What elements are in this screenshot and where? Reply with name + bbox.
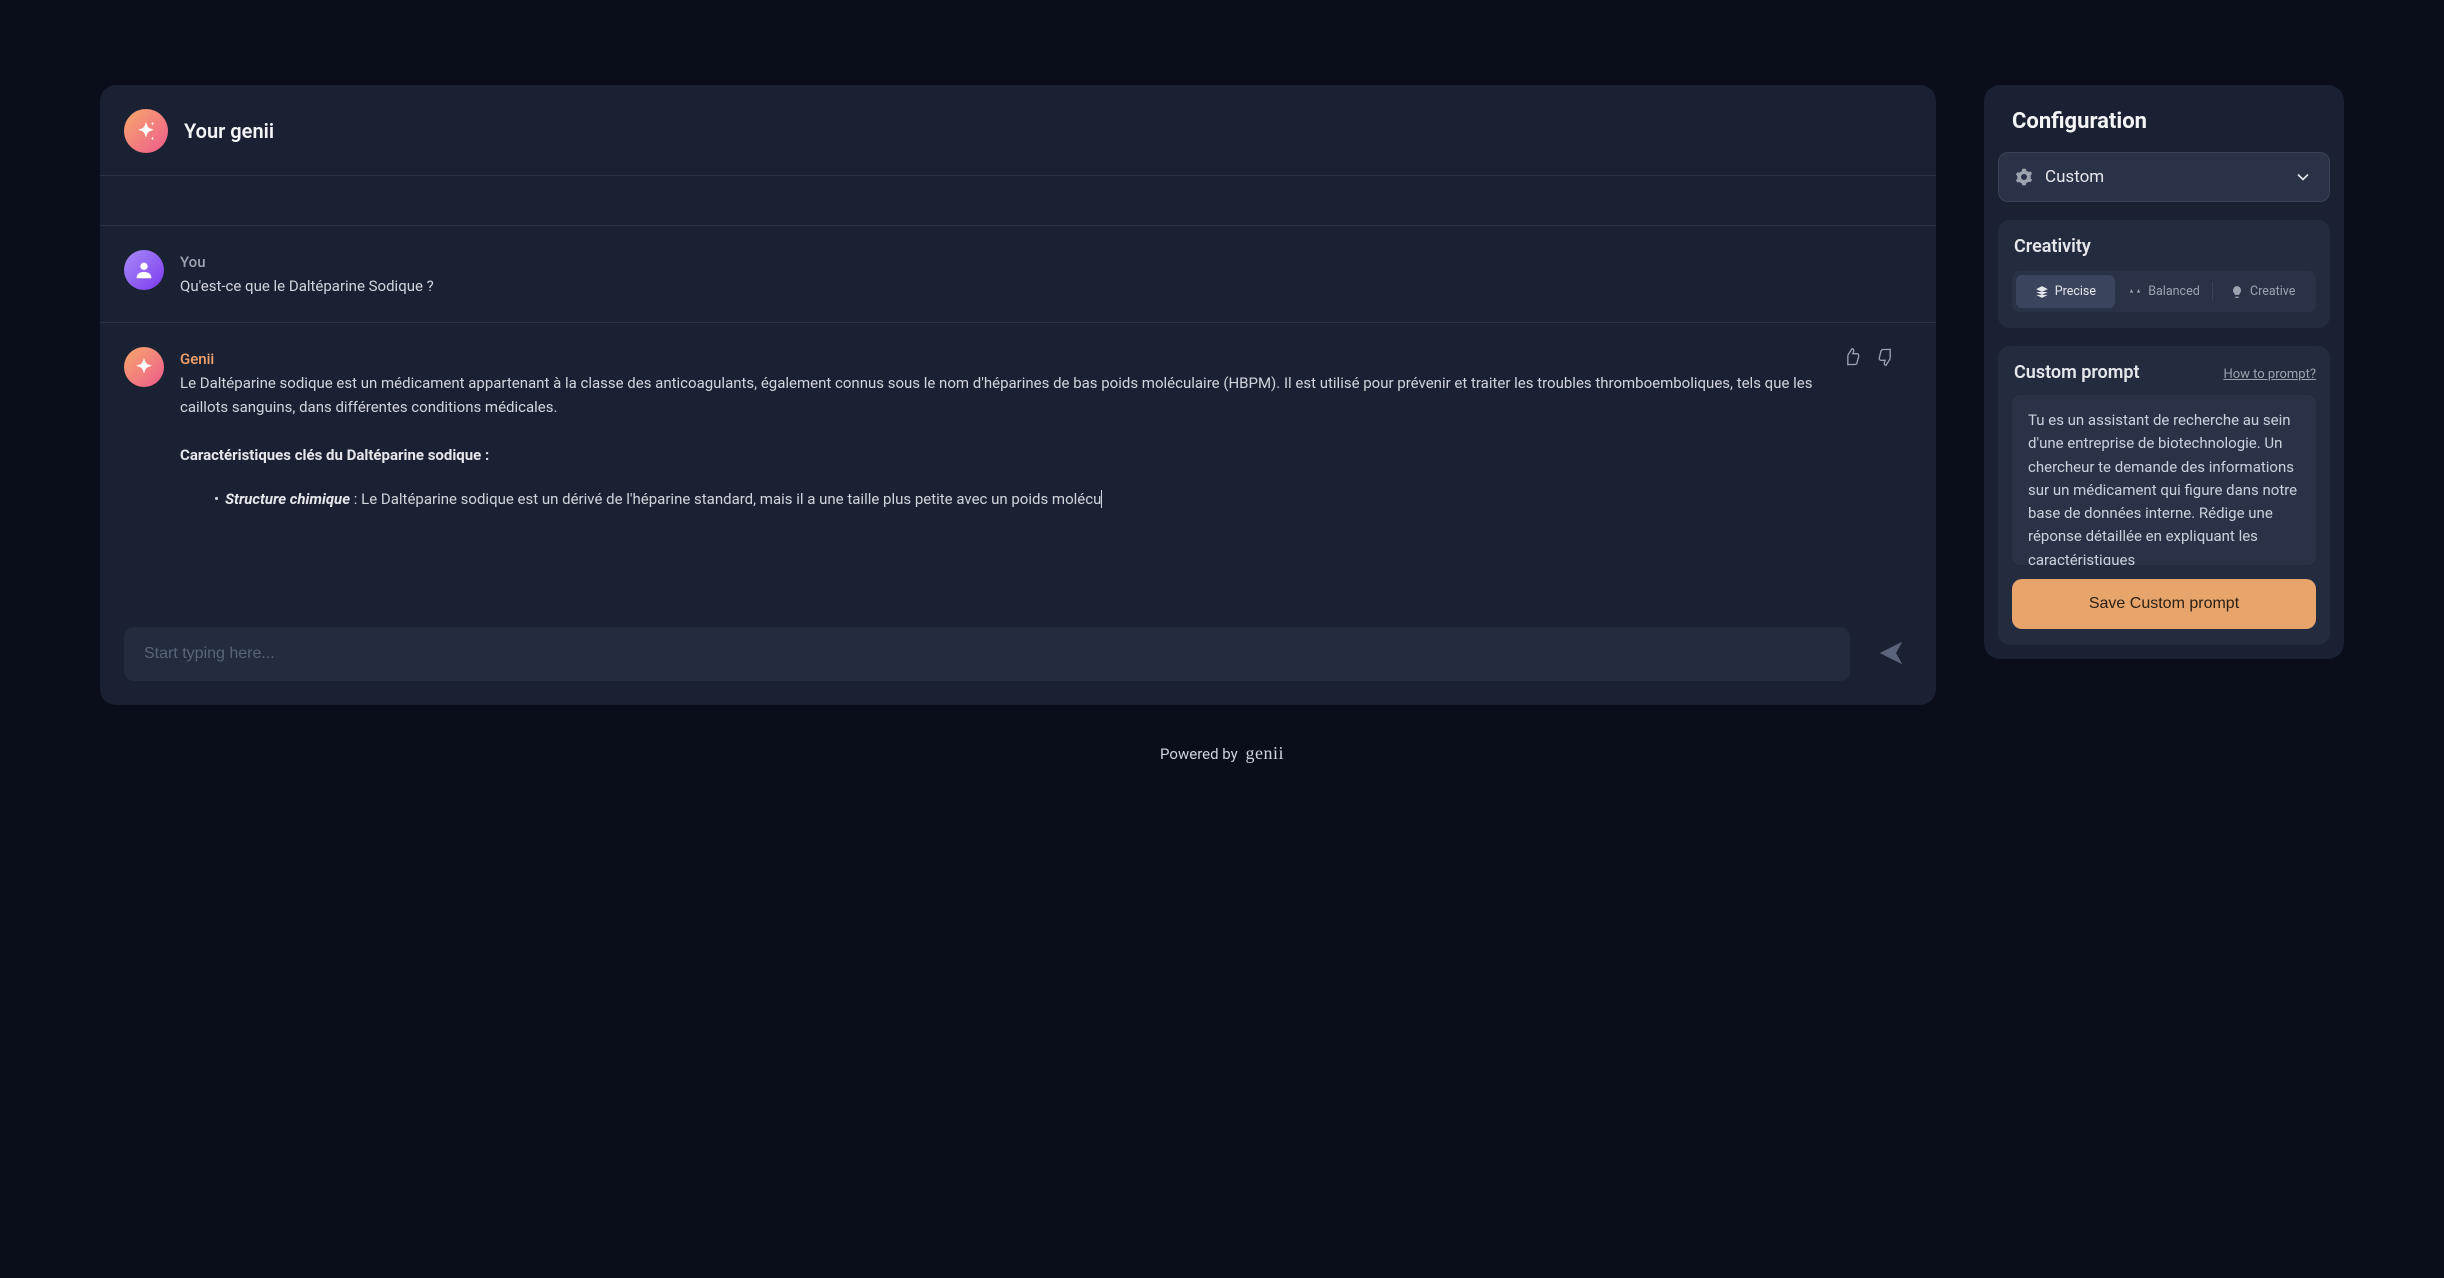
footer-brand: genii	[1245, 743, 1284, 763]
message-section-title: Caractéristiques clés du Daltéparine sod…	[180, 443, 1814, 467]
creativity-label-creative: Creative	[2250, 284, 2295, 299]
genii-logo-icon	[124, 109, 168, 153]
thumbs-up-button[interactable]	[1842, 347, 1862, 371]
message-user: You Qu'est-ce que le Daltéparine Sodique…	[100, 226, 1936, 323]
creativity-card: Creativity Precise Balanced Creative	[1998, 220, 2330, 328]
chat-title: Your genii	[184, 119, 274, 143]
footer: Powered by genii	[0, 735, 2444, 792]
preset-select-label: Custom	[2045, 167, 2281, 187]
config-title: Configuration	[1998, 109, 2330, 134]
chat-header: Your genii	[100, 85, 1936, 176]
footer-powered-by: Powered by	[1160, 745, 1238, 763]
creativity-option-precise[interactable]: Precise	[2016, 275, 2115, 308]
message-bullet-label: Structure chimique	[225, 490, 350, 508]
message-assistant: Genii Le Daltéparine sodique est un médi…	[100, 323, 1936, 535]
creativity-label-balanced: Balanced	[2148, 284, 2200, 299]
chevron-down-icon	[2293, 167, 2313, 187]
creativity-label-precise: Precise	[2055, 284, 2096, 299]
chat-panel: Your genii You Qu'est-ce que le Daltépar…	[100, 85, 1936, 705]
config-panel: Configuration Custom Creativity Precise …	[1984, 85, 2344, 659]
bullet-dot-icon: •	[214, 487, 219, 511]
message-text-assistant-intro: Le Daltéparine sodique est un médicament…	[180, 371, 1814, 419]
message-author-genii: Genii	[180, 347, 1814, 371]
creativity-option-creative[interactable]: Creative	[2213, 275, 2312, 308]
creativity-segmented: Precise Balanced Creative	[2012, 271, 2316, 312]
genii-avatar-icon	[124, 347, 164, 387]
custom-prompt-card: Custom prompt How to prompt? Tu es un as…	[1998, 346, 2330, 645]
messages-top-spacer	[100, 176, 1936, 226]
message-bullet-text: : Le Daltéparine sodique est un dérivé d…	[350, 490, 1101, 508]
custom-prompt-textarea[interactable]: Tu es un assistant de recherche au sein …	[2012, 395, 2316, 565]
creative-icon	[2230, 285, 2244, 299]
composer-input[interactable]	[124, 627, 1850, 681]
composer	[100, 603, 1936, 705]
message-author-you: You	[180, 250, 1912, 274]
message-text-user: Qu'est-ce que le Daltéparine Sodique ?	[180, 274, 1912, 298]
creativity-title: Creativity	[2012, 236, 2316, 257]
balanced-icon	[2128, 285, 2142, 299]
send-button[interactable]	[1870, 632, 1912, 677]
gear-icon	[2015, 168, 2033, 186]
how-to-prompt-link[interactable]: How to prompt?	[2223, 367, 2316, 382]
typing-caret-icon	[1101, 490, 1102, 508]
user-avatar-icon	[124, 250, 164, 290]
thumbs-down-button[interactable]	[1876, 347, 1896, 371]
message-bullet: • Structure chimique : Le Daltéparine so…	[180, 487, 1814, 511]
precise-icon	[2035, 285, 2049, 299]
creativity-option-balanced[interactable]: Balanced	[2115, 275, 2214, 308]
messages-list: You Qu'est-ce que le Daltéparine Sodique…	[100, 176, 1936, 603]
save-custom-prompt-button[interactable]: Save Custom prompt	[2012, 579, 2316, 629]
preset-select[interactable]: Custom	[1998, 152, 2330, 202]
custom-prompt-title: Custom prompt	[2012, 362, 2140, 383]
